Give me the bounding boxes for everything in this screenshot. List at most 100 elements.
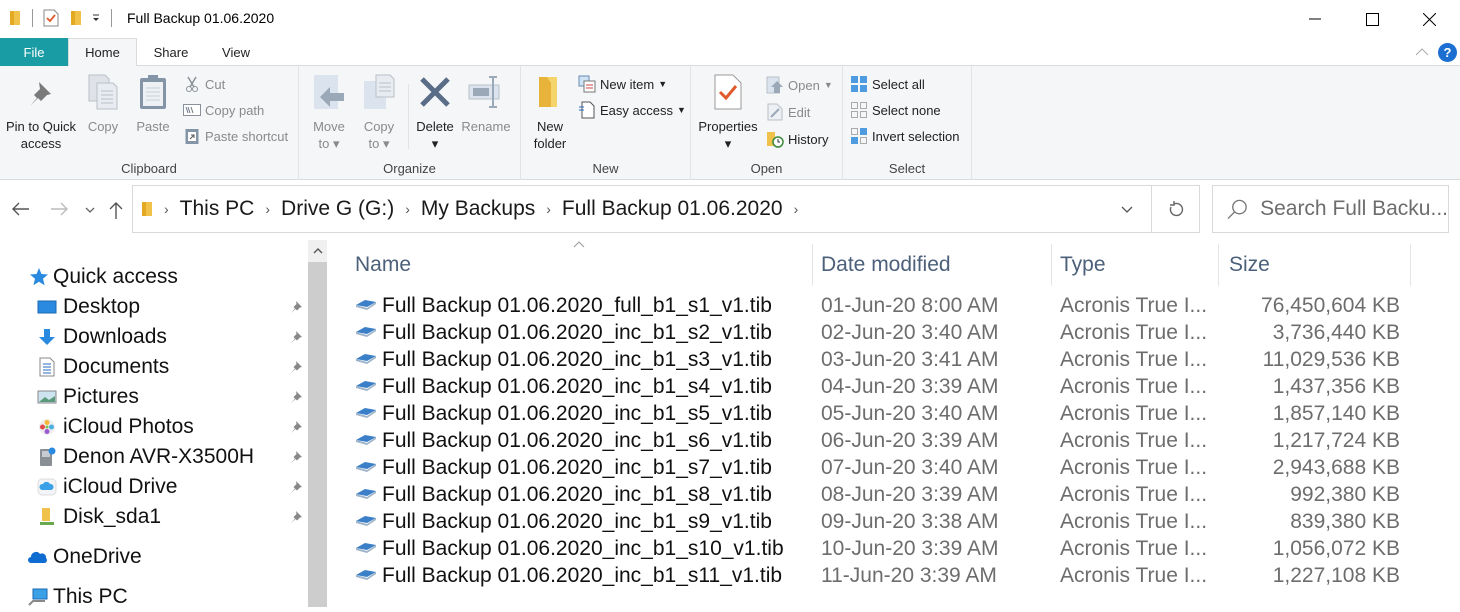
file-date: 05-Jun-20 3:40 AM bbox=[821, 402, 999, 425]
up-arrow-icon[interactable] bbox=[109, 202, 123, 220]
file-size: 3,736,440 KB bbox=[1272, 321, 1400, 344]
nav-quick-access[interactable]: Quick access bbox=[28, 262, 178, 292]
nav-item-disk-sda1[interactable]: Disk_sda1 bbox=[37, 502, 161, 532]
nav-onedrive[interactable]: OneDrive bbox=[28, 542, 142, 572]
file-row[interactable]: Full Backup 01.06.2020_full_b1_s1_v1.tib… bbox=[340, 293, 1450, 320]
file-row[interactable]: Full Backup 01.06.2020_inc_b1_s2_v1.tib 0… bbox=[340, 320, 1450, 347]
help-button[interactable]: ? bbox=[1438, 43, 1457, 62]
properties-button[interactable]: Properties ▾ bbox=[695, 72, 761, 152]
search-input[interactable]: Search Full Backu... bbox=[1260, 197, 1448, 221]
nav-item-icloud-photos[interactable]: iCloud Photos bbox=[37, 412, 194, 442]
easy-access-button[interactable]: Easy access ▼ bbox=[578, 99, 686, 121]
pinned-icon[interactable] bbox=[289, 300, 303, 314]
nav-this-pc[interactable]: This PC bbox=[28, 582, 128, 612]
copy-to-button[interactable]: Copy to ▾ bbox=[359, 72, 399, 152]
file-list: Name Date modified Type Size Full Backup… bbox=[340, 240, 1460, 607]
file-row[interactable]: Full Backup 01.06.2020_inc_b1_s10_v1.tib… bbox=[340, 536, 1450, 563]
quick-access-star-icon bbox=[30, 268, 48, 286]
pinned-icon[interactable] bbox=[289, 360, 303, 374]
pinned-icon[interactable] bbox=[289, 480, 303, 494]
file-row[interactable]: Full Backup 01.06.2020_inc_b1_s3_v1.tib 0… bbox=[340, 347, 1450, 374]
tab-home[interactable]: Home bbox=[68, 38, 137, 67]
column-divider[interactable] bbox=[1051, 244, 1052, 286]
paste-button[interactable]: Paste bbox=[133, 72, 173, 135]
select-group: Select all Select none Invert selection … bbox=[843, 66, 972, 180]
new-item-button[interactable]: New item ▼ bbox=[578, 73, 667, 95]
rename-button[interactable]: Rename bbox=[459, 72, 513, 135]
invert-selection-button[interactable]: Invert selection bbox=[850, 125, 959, 147]
select-all-button[interactable]: Select all bbox=[850, 73, 925, 95]
select-none-button[interactable]: Select none bbox=[850, 99, 941, 121]
copy-button[interactable]: Copy bbox=[83, 72, 123, 135]
minimize-button[interactable] bbox=[1286, 0, 1344, 38]
breadcrumb-chevron-icon[interactable]: › bbox=[405, 201, 410, 217]
column-divider[interactable] bbox=[1410, 244, 1411, 286]
file-row[interactable]: Full Backup 01.06.2020_inc_b1_s5_v1.tib 0… bbox=[340, 401, 1450, 428]
minimize-ribbon-icon[interactable] bbox=[1415, 47, 1429, 56]
open-button[interactable]: Open ▼ bbox=[766, 74, 833, 96]
close-button[interactable] bbox=[1400, 0, 1458, 38]
tab-view[interactable]: View bbox=[206, 38, 266, 66]
nav-item-desktop[interactable]: Desktop bbox=[37, 292, 140, 322]
column-divider[interactable] bbox=[812, 244, 813, 286]
history-button[interactable]: History bbox=[766, 128, 828, 150]
recent-locations-chevron-icon[interactable] bbox=[85, 207, 95, 213]
pinned-icon[interactable] bbox=[289, 330, 303, 344]
back-arrow-icon[interactable] bbox=[12, 202, 30, 216]
cut-button[interactable]: Cut bbox=[183, 73, 225, 95]
breadcrumb-full-backup[interactable]: Full Backup 01.06.2020 bbox=[562, 197, 783, 221]
file-row[interactable]: Full Backup 01.06.2020_inc_b1_s8_v1.tib 0… bbox=[340, 482, 1450, 509]
nav-item-pictures[interactable]: Pictures bbox=[37, 382, 139, 412]
pinned-icon[interactable] bbox=[289, 510, 303, 524]
pin-to-quick-access-button[interactable]: Pin to Quick access bbox=[4, 72, 78, 152]
column-header-size[interactable]: Size bbox=[1229, 240, 1270, 290]
file-row[interactable]: Full Backup 01.06.2020_inc_b1_s4_v1.tib 0… bbox=[340, 374, 1450, 401]
file-row[interactable]: Full Backup 01.06.2020_inc_b1_s11_v1.tib… bbox=[340, 563, 1450, 590]
copy-icon bbox=[88, 74, 118, 110]
file-size: 839,380 KB bbox=[1290, 510, 1400, 533]
file-row[interactable]: Full Backup 01.06.2020_inc_b1_s7_v1.tib 0… bbox=[340, 455, 1450, 482]
delete-button[interactable]: Delete ▾ bbox=[414, 72, 456, 152]
file-size: 76,450,604 KB bbox=[1261, 294, 1400, 317]
address-bar[interactable]: › This PC › Drive G (G:) › My Backups › … bbox=[132, 185, 1200, 233]
address-history-chevron-icon[interactable] bbox=[1121, 206, 1133, 213]
breadcrumb-chevron-icon[interactable]: › bbox=[546, 201, 551, 217]
move-to-button[interactable]: Move to ▾ bbox=[309, 72, 349, 152]
breadcrumb-chevron-icon[interactable]: › bbox=[265, 201, 270, 217]
refresh-icon[interactable] bbox=[1168, 201, 1184, 217]
nav-item-icloud-drive[interactable]: iCloud Drive bbox=[37, 472, 177, 502]
nav-item-documents[interactable]: Documents bbox=[37, 352, 169, 382]
maximize-button[interactable] bbox=[1343, 0, 1401, 38]
tab-share[interactable]: Share bbox=[140, 38, 202, 66]
tab-file[interactable]: File bbox=[0, 38, 68, 66]
column-header-type[interactable]: Type bbox=[1060, 240, 1106, 290]
file-size: 992,380 KB bbox=[1290, 483, 1400, 506]
customize-toolbar-icon[interactable] bbox=[91, 13, 101, 23]
file-row[interactable]: Full Backup 01.06.2020_inc_b1_s6_v1.tib 0… bbox=[340, 428, 1450, 455]
forward-arrow-icon[interactable] bbox=[50, 202, 68, 216]
paste-shortcut-button[interactable]: Paste shortcut bbox=[183, 125, 288, 147]
desktop-icon bbox=[37, 300, 57, 314]
pinned-icon[interactable] bbox=[289, 450, 303, 464]
nav-item-denon[interactable]: Denon AVR-X3500H bbox=[37, 442, 254, 472]
edit-button[interactable]: Edit bbox=[766, 101, 810, 123]
nav-scrollbar[interactable] bbox=[308, 240, 327, 607]
copy-path-button[interactable]: Copy path bbox=[183, 99, 264, 121]
breadcrumb-my-backups[interactable]: My Backups bbox=[421, 197, 535, 221]
file-date: 07-Jun-20 3:40 AM bbox=[821, 456, 999, 479]
new-folder-icon[interactable] bbox=[69, 9, 83, 27]
properties-icon[interactable] bbox=[43, 9, 59, 27]
nav-item-downloads[interactable]: Downloads bbox=[37, 322, 167, 352]
breadcrumb-drive-g[interactable]: Drive G (G:) bbox=[281, 197, 394, 221]
pinned-icon[interactable] bbox=[289, 420, 303, 434]
column-divider[interactable] bbox=[1218, 244, 1219, 286]
scroll-up-button[interactable] bbox=[308, 240, 327, 262]
column-header-date[interactable]: Date modified bbox=[821, 240, 951, 290]
column-header-name[interactable]: Name bbox=[355, 240, 411, 290]
breadcrumb-chevron-icon[interactable]: › bbox=[794, 201, 799, 217]
search-box[interactable]: Search Full Backu... bbox=[1212, 185, 1449, 233]
file-row[interactable]: Full Backup 01.06.2020_inc_b1_s9_v1.tib 0… bbox=[340, 509, 1450, 536]
new-folder-button[interactable]: New folder bbox=[529, 72, 571, 152]
breadcrumb-this-pc[interactable]: This PC bbox=[180, 197, 255, 221]
pinned-icon[interactable] bbox=[289, 390, 303, 404]
